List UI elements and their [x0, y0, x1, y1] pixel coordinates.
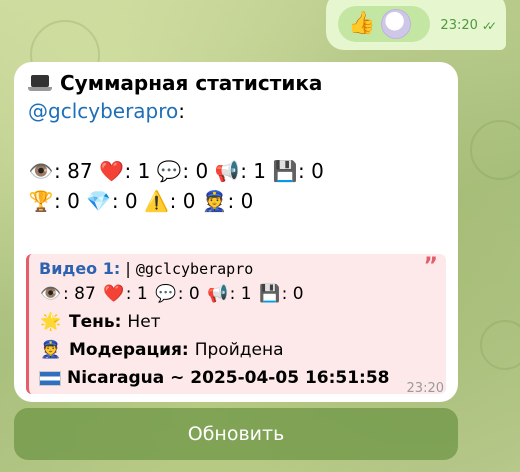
stats-title-text: Суммарная статистика	[60, 71, 323, 95]
video-views-count: : 87	[63, 284, 96, 304]
mention-line: @gclcyberapro:	[28, 96, 448, 126]
shadow-row: 🌟 Тень: Нет	[39, 308, 436, 336]
moderation-row: 👮 Модерация: Пройдена	[39, 336, 436, 364]
separator: |	[125, 259, 131, 278]
background-doodle	[480, 320, 520, 370]
sparkle-icon: 🌟	[40, 312, 62, 332]
outgoing-time: 23:20	[440, 18, 478, 33]
nicaragua-flag-icon	[39, 370, 61, 386]
video-stats-row: 👁️: 87 ❤️: 1 💬: 0 📢: 1 💾: 0	[39, 280, 436, 308]
thumbs-up-reaction-icon[interactable]: 👍	[348, 13, 375, 35]
gem-count: : 0	[111, 189, 138, 213]
video-saves-count: : 0	[281, 284, 304, 304]
outgoing-message-bubble[interactable]: 👍 23:20 ✓✓	[326, 0, 506, 50]
stats-row-2: 🏆: 0 💎: 0 ⚠️: 0 👮: 0	[28, 186, 448, 216]
shadow-label: Тень:	[69, 312, 122, 332]
comments-count: : 0	[182, 159, 209, 183]
shares-count: : 1	[240, 159, 267, 183]
quote-header: Видео 1: | @gclcyberapro	[39, 258, 436, 280]
megaphone-icon: 📢	[214, 159, 240, 183]
trophy-icon: 🏆	[28, 189, 54, 213]
reactions-bar[interactable]: 👍	[338, 6, 430, 42]
warning-count: : 0	[169, 189, 196, 213]
incoming-message-bubble[interactable]: Суммарная статистика @gclcyberapro: 👁️: …	[14, 62, 458, 402]
likes-count: : 1	[124, 159, 151, 183]
police-officer-icon: 👮	[40, 340, 62, 360]
eye-icon: 👁️	[28, 159, 54, 183]
video-quote-block: ” Видео 1: | @gclcyberapro 👁️: 87 ❤️: 1 …	[26, 254, 446, 394]
shadow-value: Нет	[127, 312, 161, 332]
moderation-label: Модерация:	[69, 340, 189, 360]
stats-row-1: 👁️: 87 ❤️: 1 💬: 0 📢: 1 💾: 0	[28, 156, 448, 186]
heart-icon: ❤️	[99, 159, 124, 183]
eye-icon: 👁️	[40, 284, 62, 304]
moderation-count: : 0	[227, 189, 254, 213]
video-comments-count: : 0	[177, 284, 200, 304]
megaphone-icon: 📢	[207, 284, 229, 304]
laptop-icon	[28, 75, 52, 91]
views-count: : 87	[54, 159, 93, 183]
stats-title: Суммарная статистика	[28, 70, 448, 96]
video-handle: @gclcyberapro	[135, 260, 254, 278]
stats-summary: Суммарная статистика @gclcyberapro: 👁️: …	[28, 70, 448, 216]
location-row: Nicaragua ~ 2025-04-05 16:51:58	[39, 364, 436, 392]
warning-icon: ⚠️	[144, 189, 170, 213]
video-shares-count: : 1	[229, 284, 252, 304]
gem-icon: 💎	[86, 189, 112, 213]
channel-mention-link[interactable]: @gclcyberapro	[28, 99, 178, 123]
location-datetime: Nicaragua ~ 2025-04-05 16:51:58	[67, 368, 390, 388]
speech-bubble-icon: 💬	[155, 284, 177, 304]
saves-count: : 0	[298, 159, 324, 183]
quote-icon: ”	[423, 254, 438, 279]
reactor-avatar	[381, 9, 412, 39]
moderation-value: Пройдена	[194, 340, 284, 360]
video-label: Видео 1:	[39, 259, 121, 278]
outgoing-timestamp: 23:20 ✓✓	[440, 18, 497, 33]
speech-bubble-icon: 💬	[156, 159, 182, 183]
video-likes-count: : 1	[125, 284, 148, 304]
mention-suffix: :	[178, 99, 186, 123]
floppy-disk-icon: 💾	[272, 159, 298, 183]
refresh-button[interactable]: Обновить	[14, 408, 458, 460]
floppy-disk-icon: 💾	[259, 284, 281, 304]
trophy-count: : 0	[54, 189, 80, 213]
police-officer-icon: 👮	[202, 189, 227, 213]
double-check-icon: ✓✓	[481, 18, 497, 33]
background-doodle	[470, 120, 520, 180]
message-timestamp: 23:20	[406, 381, 444, 396]
heart-icon: ❤️	[103, 284, 125, 304]
